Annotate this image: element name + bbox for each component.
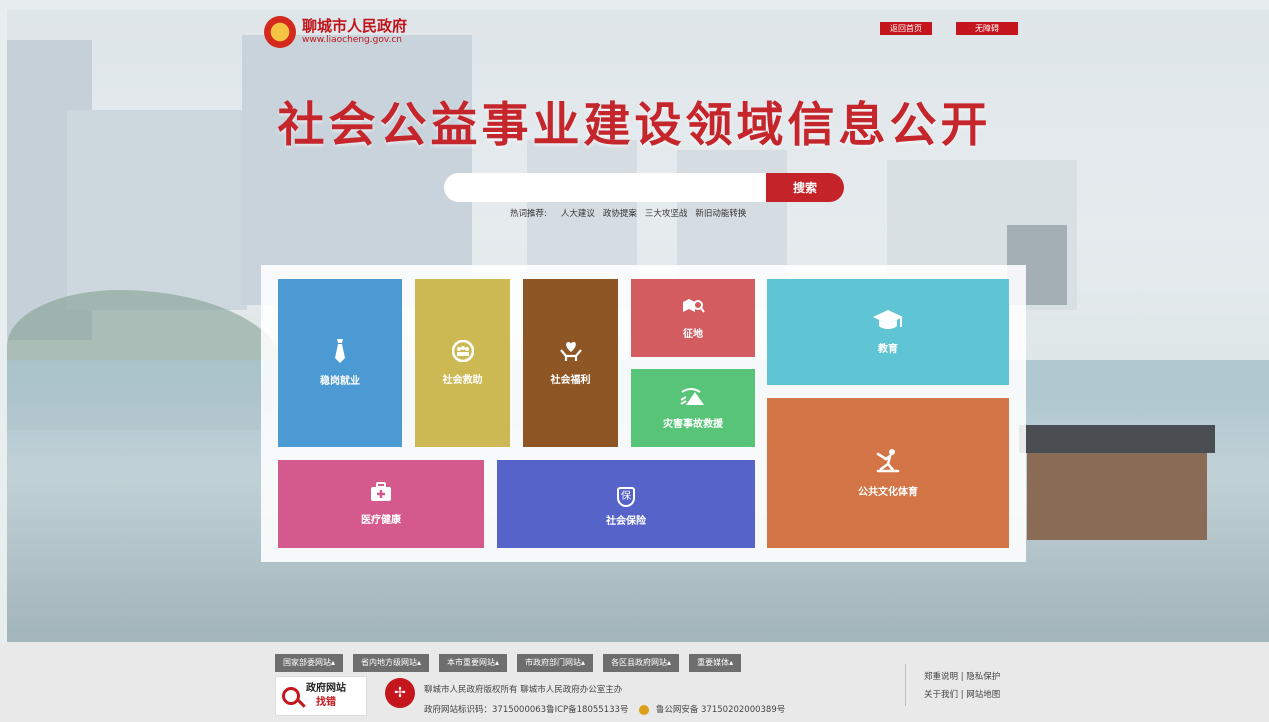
shield-icon: 保 [617, 481, 635, 507]
people-circle-icon [451, 339, 474, 366]
tile-disaster-rescue-label: 灾害事故救援 [663, 419, 723, 430]
tile-health-label: 医疗健康 [361, 515, 401, 526]
tile-social-welfare[interactable]: 社会福利 [523, 279, 618, 447]
graduation-cap-icon [872, 309, 904, 335]
hot-word-link[interactable]: 新旧动能转换 [695, 207, 746, 219]
police-badge-icon [639, 704, 650, 715]
footer-nav-provincial[interactable]: 省内地方级网站▴ [353, 654, 430, 672]
tile-social-aid-label: 社会救助 [442, 375, 483, 386]
search-button[interactable]: 搜索 [766, 173, 844, 202]
footer-nav-departments[interactable]: 市政府部门网站▴ [517, 654, 594, 672]
category-panel: 稳岗就业 社会救助 社会福利 征地 教育 灾害事故救援 公共文化体育 医疗健康 … [261, 265, 1026, 562]
tile-social-welfare-label: 社会福利 [550, 375, 591, 386]
tile-social-aid[interactable]: 社会救助 [415, 279, 510, 447]
heart-hands-icon [559, 340, 583, 366]
footer-links: 郑重说明 | 隐私保护 关于我们 | 网站地图 [924, 668, 1000, 704]
medical-kit-icon [370, 482, 392, 506]
footer-nav-counties[interactable]: 各区县政府网站▴ [603, 654, 680, 672]
rescue-tent-icon [680, 386, 706, 410]
tile-health[interactable]: 医疗健康 [278, 460, 484, 548]
tile-land-acquisition-label: 征地 [683, 329, 703, 340]
find-error-line2: 找错 [316, 697, 336, 708]
site-url: www.liaocheng.gov.cn [302, 35, 402, 45]
hot-word-link[interactable]: 政协提案 [603, 207, 637, 219]
tile-disaster-rescue[interactable]: 灾害事故救援 [631, 369, 755, 447]
tile-education-label: 教育 [878, 344, 898, 355]
police-record-link[interactable]: 鲁公网安备 37150202000389号 [656, 705, 785, 715]
tile-social-insurance-label: 社会保险 [606, 516, 646, 527]
site-name: 聊城市人民政府 [302, 17, 408, 35]
footer-site-nav: 国家部委网站▴ 省内地方级网站▴ 本市重要网站▴ 市政府部门网站▴ 各区县政府网… [275, 654, 742, 672]
tie-icon [331, 339, 349, 367]
tile-jobs[interactable]: 稳岗就业 [278, 279, 402, 447]
hot-word-link[interactable]: 人大建议 [561, 207, 595, 219]
tile-jobs-label: 稳岗就业 [320, 376, 360, 387]
footer-nav-media[interactable]: 重要媒体▴ [689, 654, 742, 672]
footer: 国家部委网站▴ 省内地方级网站▴ 本市重要网站▴ 市政府部门网站▴ 各区县政府网… [0, 642, 1269, 722]
hot-words: 热词推荐: 人大建议 政协提案 三大攻坚战 新旧动能转换 [510, 207, 746, 219]
page-title: 社会公益事业建设领域信息公开 [277, 98, 992, 153]
footer-links-row1[interactable]: 郑重说明 | 隐私保护 [924, 668, 1000, 686]
search-input[interactable] [444, 173, 766, 202]
site-logo[interactable]: 聊城市人民政府 www.liaocheng.gov.cn [264, 16, 407, 48]
copyright-text: 聊城市人民政府版权所有 聊城市人民政府办公室主办 [424, 685, 623, 695]
hot-word-link[interactable]: 三大攻坚战 [645, 207, 688, 219]
footer-nav-city[interactable]: 本市重要网站▴ [439, 654, 508, 672]
tile-land-acquisition[interactable]: 征地 [631, 279, 755, 357]
footer-links-row2[interactable]: 关于我们 | 网站地图 [924, 686, 1000, 704]
hot-words-label: 热词推荐: [510, 209, 547, 219]
find-error-line1: 政府网站 [306, 683, 346, 694]
tile-social-insurance[interactable]: 保 社会保险 [497, 460, 755, 548]
footer-divider [905, 664, 906, 706]
magnifier-icon [282, 687, 300, 705]
tile-culture-sports-label: 公共文化体育 [858, 487, 918, 498]
footer-nav-ministries[interactable]: 国家部委网站▴ [275, 654, 344, 672]
runner-icon [875, 448, 901, 478]
map-search-icon [681, 296, 705, 320]
tile-culture-sports[interactable]: 公共文化体育 [767, 398, 1009, 548]
tile-education[interactable]: 教育 [767, 279, 1009, 385]
accessibility-button[interactable]: 无障碍 [956, 22, 1018, 35]
national-emblem-icon [264, 16, 296, 48]
party-gov-badge-icon[interactable]: ✢ [385, 678, 415, 708]
site-id-text: 政府网站标识码：3715000063鲁ICP备18055133号 [424, 705, 629, 715]
find-error-badge[interactable]: 政府网站 找错 [275, 676, 367, 716]
footer-info: 聊城市人民政府版权所有 聊城市人民政府办公室主办 政府网站标识码：3715000… [424, 680, 785, 720]
home-button[interactable]: 返回首页 [880, 22, 932, 35]
background-house [1019, 425, 1215, 540]
search-bar: 搜索 [444, 173, 844, 202]
